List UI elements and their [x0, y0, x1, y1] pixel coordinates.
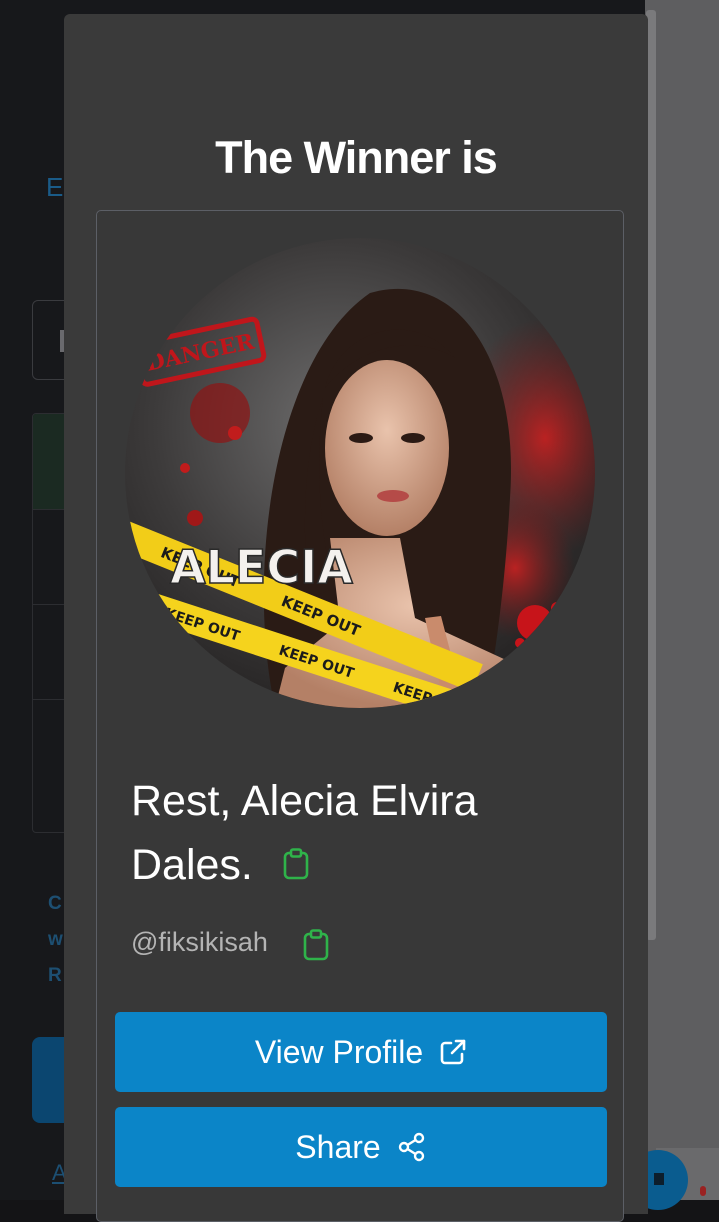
- background-text-line: R: [48, 965, 62, 986]
- avatar-name-text: ALECIA: [170, 540, 353, 594]
- view-profile-button[interactable]: View Profile: [115, 1012, 607, 1092]
- background-text: C w R: [48, 886, 63, 994]
- winner-name: Rest, Alecia Elvira Dales.: [131, 769, 601, 897]
- background-text-line: w: [48, 929, 63, 950]
- avatar-artwork: DANGER KEEP OUT KEEP OUT KEEP OUT KEEP O…: [125, 238, 595, 708]
- winner-modal: The Winner is DANGER KEEP OUT KEEP OUT K…: [64, 14, 648, 1222]
- view-profile-label: View Profile: [254, 1033, 424, 1070]
- winner-avatar: DANGER KEEP OUT KEEP OUT KEEP OUT KEEP O…: [125, 238, 595, 708]
- share-label: Share: [295, 1128, 381, 1165]
- share-button[interactable]: Share: [115, 1107, 607, 1187]
- clipboard-icon[interactable]: [303, 929, 329, 961]
- background-link[interactable]: E: [46, 172, 63, 203]
- share-icon: [398, 1132, 424, 1162]
- background-text-line: C: [48, 893, 62, 914]
- external-link-icon: [440, 1039, 466, 1065]
- background-red-mark: [700, 1186, 706, 1196]
- background-overlay-right: [645, 0, 719, 1200]
- modal-title: The Winner is: [215, 132, 498, 183]
- winner-card: DANGER KEEP OUT KEEP OUT KEEP OUT KEEP O…: [96, 210, 624, 1222]
- winner-handle: @fiksikisah: [131, 927, 268, 957]
- clipboard-icon[interactable]: [283, 847, 309, 880]
- fab-icon: [654, 1173, 664, 1185]
